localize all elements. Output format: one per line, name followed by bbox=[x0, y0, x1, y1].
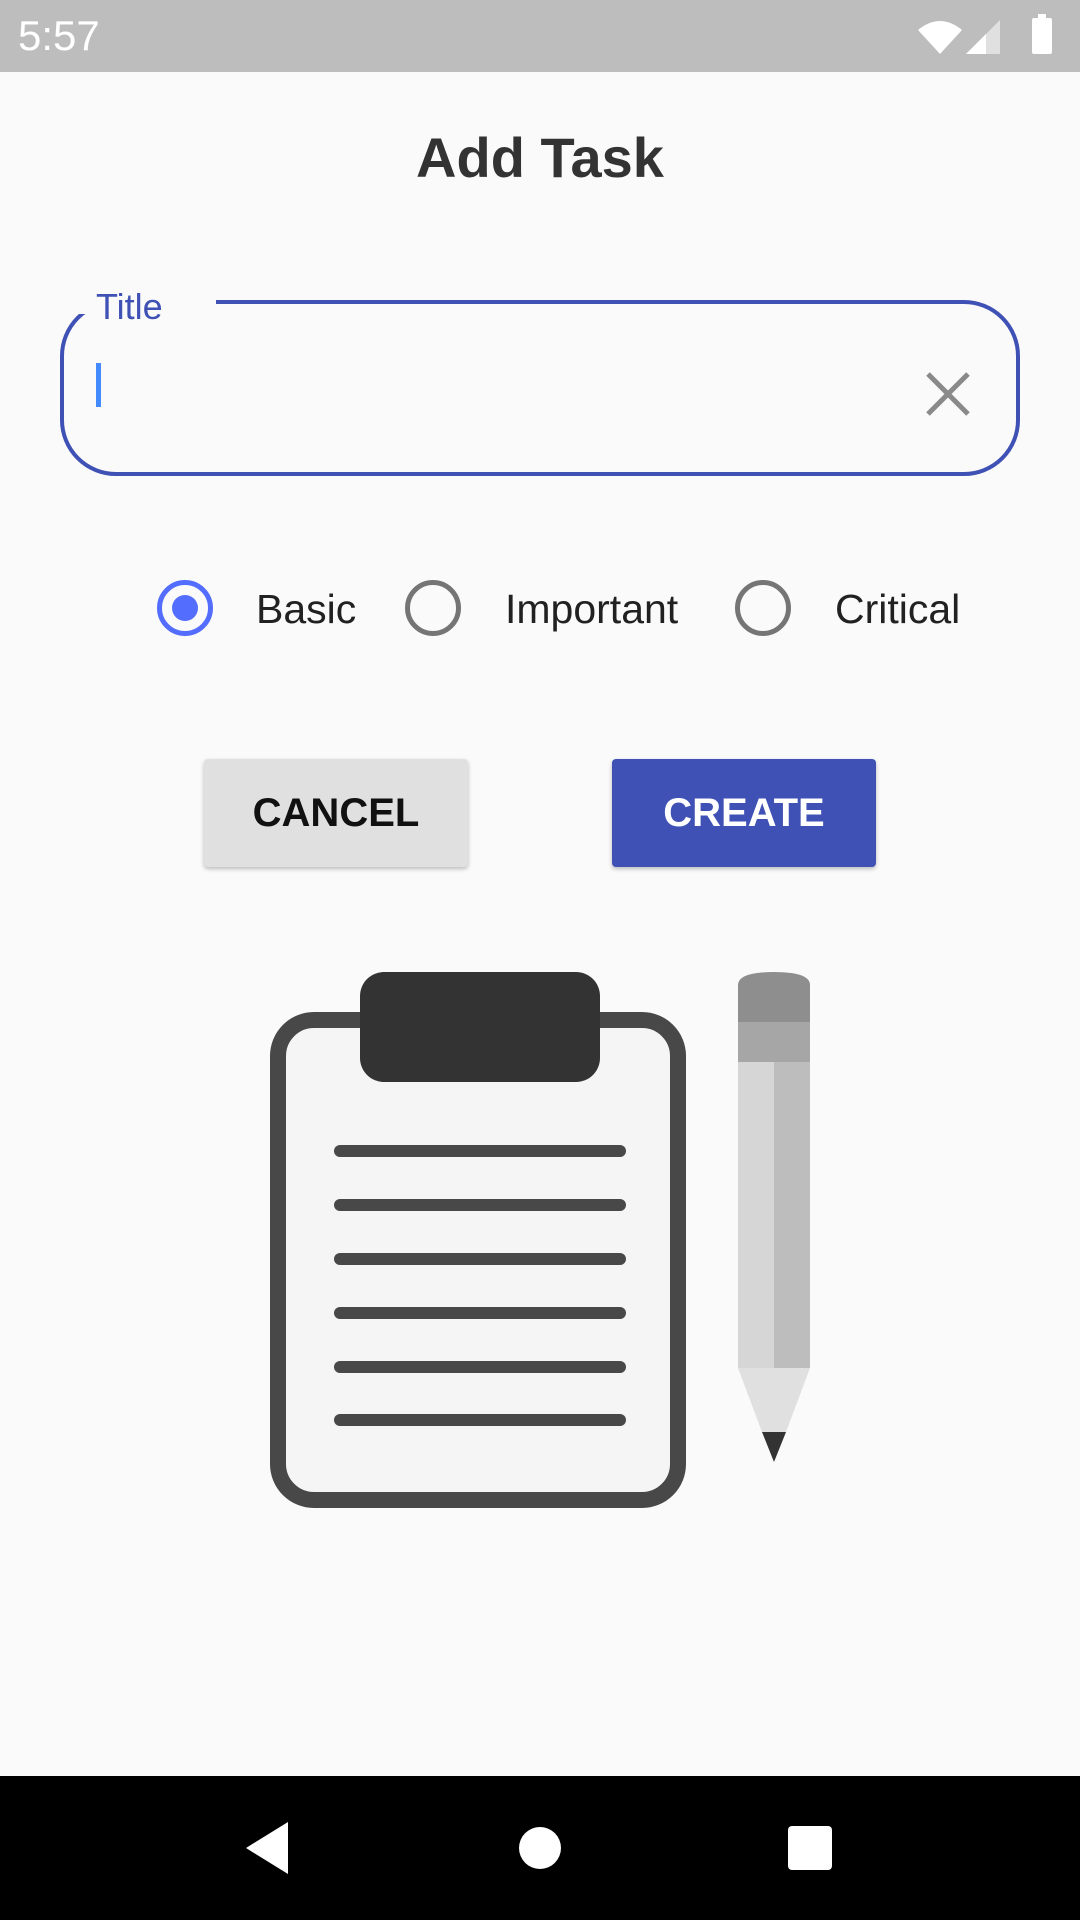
status-time: 5:57 bbox=[18, 12, 100, 59]
navigation-bar bbox=[0, 1776, 1080, 1920]
page-title: Add Task bbox=[416, 126, 664, 189]
illustration bbox=[270, 972, 810, 1508]
status-icons bbox=[918, 14, 1052, 54]
status-bar: 5:57 bbox=[0, 0, 1080, 72]
close-icon bbox=[926, 372, 970, 416]
battery-icon bbox=[1032, 14, 1052, 54]
radio-critical-label[interactable]: Critical bbox=[835, 584, 960, 634]
back-icon bbox=[246, 1822, 288, 1874]
clipboard-icon bbox=[270, 972, 686, 1508]
wifi-icon bbox=[918, 21, 962, 54]
clear-button[interactable] bbox=[912, 358, 984, 430]
back-button[interactable] bbox=[218, 1798, 318, 1898]
create-button[interactable]: CREATE bbox=[612, 759, 876, 867]
recents-button[interactable] bbox=[760, 1798, 860, 1898]
home-icon bbox=[519, 1827, 561, 1869]
title-field-label: Title bbox=[96, 286, 163, 327]
home-button[interactable] bbox=[490, 1798, 590, 1898]
pencil-icon bbox=[738, 972, 810, 1462]
signal-icon bbox=[966, 20, 1000, 54]
radio-basic-label[interactable]: Basic bbox=[256, 584, 356, 634]
text-cursor bbox=[96, 363, 101, 407]
cancel-button[interactable]: CANCEL bbox=[204, 759, 468, 867]
recents-icon bbox=[788, 1826, 832, 1870]
radio-important-label[interactable]: Important bbox=[505, 584, 678, 634]
title-input[interactable] bbox=[60, 300, 1020, 476]
radio-basic[interactable] bbox=[157, 580, 213, 636]
radio-important[interactable] bbox=[405, 580, 461, 636]
radio-critical[interactable] bbox=[735, 580, 791, 636]
